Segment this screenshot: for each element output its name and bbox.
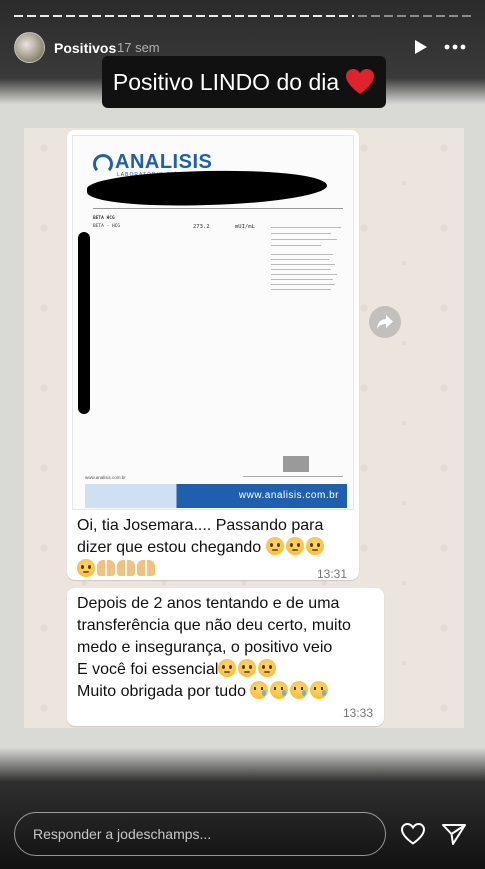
progress-segment-current (358, 15, 472, 17)
reply-input[interactable] (14, 812, 386, 856)
story-caption: Positivo LINDO do dia (102, 56, 386, 108)
lab-logo-mark (93, 154, 113, 174)
redaction-mark (78, 232, 90, 414)
exam-unit: mUI/mL (235, 224, 255, 230)
message-time: 13:31 (317, 567, 348, 581)
pleading-face-icon (258, 659, 277, 677)
message-line: transferência que não deu certo, muito (77, 617, 351, 634)
raising-hands-icon (97, 560, 115, 576)
signature-stamp (283, 456, 309, 472)
document-small-url: www.analisis.com.br (85, 475, 126, 480)
chat-screenshot: ANALISIS LABORATÓRIO CLÍNICO BETA HCG BE… (24, 128, 464, 728)
exam-method: BETA - HCG (93, 224, 121, 229)
play-icon[interactable] (410, 37, 430, 57)
story-progress-bar (14, 15, 472, 18)
raising-hands-icon (137, 560, 155, 576)
sad-tear-face-icon (270, 681, 289, 699)
message-time: 13:33 (343, 706, 374, 720)
message-text: Oi, tia Josemara.... Passando para dizer… (77, 515, 326, 581)
image-message-bubble: ANALISIS LABORATÓRIO CLÍNICO BETA HCG BE… (67, 130, 359, 581)
pleading-face-icon (77, 559, 95, 577)
heart-emoji-icon (346, 69, 375, 94)
message-line-text: E você foi essencial (77, 661, 219, 678)
signature-line (243, 476, 343, 477)
story-viewer: Positivos 17 sem Positivo LINDO do dia A… (0, 0, 485, 869)
more-icon[interactable] (442, 37, 468, 57)
message-line: medo e insegurança, o positivo veio (77, 639, 333, 656)
pleading-face-icon (265, 537, 284, 555)
message-line-text: dizer que estou chegando (77, 539, 262, 556)
text-message-bubble: Depois de 2 anos tentando e de uma trans… (67, 588, 384, 726)
message-line: Depois de 2 anos tentando e de uma (77, 595, 340, 612)
message-line: dizer que estou chegando (77, 537, 326, 559)
pleading-face-icon (285, 537, 304, 555)
caption-text: Positivo LINDO do dia (112, 68, 340, 95)
username[interactable]: Positivos (54, 40, 116, 56)
exam-name: BETA HCG (93, 216, 115, 221)
send-icon[interactable] (441, 822, 467, 846)
message-line-text: Muito obrigada por tudo (77, 683, 246, 700)
pleading-face-icon (305, 537, 324, 555)
avatar[interactable] (14, 32, 45, 63)
document-footer-banner: www.analisis.com.br (85, 484, 347, 508)
sad-tear-face-icon (290, 681, 309, 699)
pleading-face-icon (238, 659, 257, 677)
message-text: Depois de 2 anos tentando e de uma trans… (77, 593, 351, 703)
footer-url: www.analisis.com.br (238, 490, 339, 501)
heart-outline-icon[interactable] (400, 822, 426, 846)
sad-tear-face-icon (310, 681, 329, 699)
message-line (77, 559, 326, 581)
message-line: E você foi essencial (77, 659, 351, 681)
reference-values-block (271, 221, 341, 303)
message-line: Oi, tia Josemara.... Passando para (77, 517, 324, 534)
sad-tear-face-icon (250, 681, 269, 699)
raising-hands-icon (117, 560, 135, 576)
lab-result-document[interactable]: ANALISIS LABORATÓRIO CLÍNICO BETA HCG BE… (72, 135, 354, 510)
exam-result: 273.2 (193, 224, 210, 230)
progress-segment-viewed (14, 15, 354, 17)
divider (93, 208, 343, 209)
forward-icon[interactable] (369, 306, 401, 338)
time-ago: 17 sem (117, 40, 160, 55)
pleading-face-icon (218, 659, 237, 677)
message-line: Muito obrigada por tudo (77, 681, 351, 703)
